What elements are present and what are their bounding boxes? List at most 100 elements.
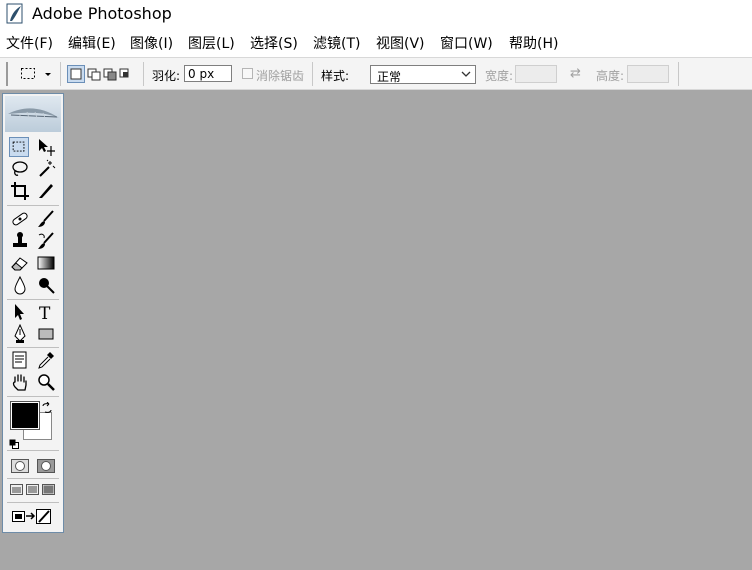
antialias-label: 消除锯齿 [256, 69, 305, 83]
eyedropper-icon [38, 352, 54, 369]
dodge-tool[interactable] [36, 275, 56, 295]
options-separator [143, 62, 144, 86]
standard-mode-button[interactable] [10, 456, 30, 476]
eyedropper-tool[interactable] [36, 350, 56, 370]
selection-mode-icon [67, 65, 129, 83]
magic-wand-icon [39, 159, 56, 177]
brush-tool[interactable] [36, 209, 56, 229]
blur-icon [14, 275, 26, 295]
healing-brush-icon [12, 212, 28, 226]
options-separator [312, 62, 313, 86]
menu-file[interactable]: 文件(F) [6, 36, 53, 52]
menu-bar: 文件(F) 编辑(E) 图像(I) 图层(L) 选择(S) 滤镜(T) 视图(V… [0, 29, 752, 57]
menu-image[interactable]: 图像(I) [130, 36, 173, 52]
slice-tool[interactable] [36, 181, 56, 201]
notes-icon [12, 351, 27, 369]
menu-help[interactable]: 帮助(H) [509, 36, 558, 52]
chevron-down-icon [45, 73, 51, 76]
clone-stamp-tool[interactable] [10, 231, 30, 251]
height-input[interactable] [627, 65, 669, 83]
crop-tool[interactable] [10, 181, 30, 201]
toolbox-header[interactable] [5, 96, 61, 132]
screen-mode-buttons[interactable] [9, 482, 57, 502]
toolbox-divider [7, 450, 59, 451]
jump-to-imageready-icon [12, 509, 51, 524]
hand-icon [12, 374, 27, 391]
clone-stamp-icon [13, 232, 27, 247]
zoom-tool[interactable] [36, 372, 56, 392]
zoom-icon [38, 374, 55, 391]
height-label: 高度: [596, 69, 625, 83]
menu-layer[interactable]: 图层(L) [188, 36, 235, 52]
slice-icon [39, 184, 53, 198]
chevron-down-icon [461, 71, 471, 77]
rectangular-marquee-icon [21, 68, 51, 79]
toolbox-divider [7, 478, 59, 479]
shape-tool[interactable] [36, 324, 56, 344]
window-title: Adobe Photoshop [32, 4, 172, 23]
photoshop-app-icon [6, 3, 26, 29]
move-tool[interactable] [36, 137, 56, 157]
rectangular-marquee-tool[interactable] [9, 137, 29, 157]
swap-colors-icon[interactable] [41, 399, 53, 418]
healing-brush-tool[interactable] [10, 209, 30, 229]
options-grip[interactable] [6, 62, 8, 86]
path-selection-icon [15, 304, 24, 320]
feather-input[interactable]: 0 px [184, 65, 232, 82]
eraser-tool[interactable] [10, 253, 30, 273]
pen-tool[interactable] [10, 324, 30, 344]
toolbox-divider [7, 299, 59, 300]
path-selection-tool[interactable] [10, 302, 30, 322]
toolbox-divider [7, 502, 59, 503]
lasso-tool[interactable] [10, 159, 30, 179]
toolbox-divider [7, 205, 59, 206]
options-separator [678, 62, 679, 86]
type-tool[interactable]: T [36, 302, 56, 322]
tool-preset-picker[interactable] [20, 66, 56, 86]
antialias-checkbox[interactable] [242, 68, 253, 79]
history-brush-icon [38, 232, 54, 249]
standard-mode-icon [11, 459, 29, 473]
width-label: 宽度: [485, 69, 514, 83]
rectangular-marquee-icon [12, 141, 25, 152]
svg-text:T: T [39, 304, 51, 322]
brush-icon [38, 210, 54, 227]
quick-mask-button[interactable] [36, 456, 56, 476]
history-brush-tool[interactable] [36, 231, 56, 251]
selection-mode-buttons[interactable] [67, 65, 135, 87]
foreground-color-swatch[interactable] [10, 401, 40, 430]
move-icon [39, 139, 55, 156]
toolbox-divider [7, 347, 59, 348]
menu-filter[interactable]: 滤镜(T) [313, 36, 360, 52]
width-input[interactable] [515, 65, 557, 83]
hand-tool[interactable] [10, 372, 30, 392]
type-icon: T [39, 304, 51, 322]
workspace-canvas[interactable] [66, 92, 752, 570]
notes-tool[interactable] [10, 350, 30, 370]
options-separator [60, 62, 61, 86]
style-select[interactable]: 正常 [370, 65, 476, 84]
menu-view[interactable]: 视图(V) [376, 36, 425, 52]
crop-icon [11, 182, 29, 200]
pen-icon [14, 324, 26, 343]
swap-dimensions-icon[interactable]: ⇄ [570, 66, 581, 81]
screen-mode-icon [10, 484, 55, 495]
dodge-icon [39, 278, 55, 294]
magic-wand-tool[interactable] [36, 159, 56, 179]
feather-logo-icon [8, 108, 59, 119]
menu-window[interactable]: 窗口(W) [440, 36, 493, 52]
options-bar: 羽化: 0 px 消除锯齿 样式: 正常 宽度: ⇄ 高度: [0, 57, 752, 90]
title-bar: Adobe Photoshop [0, 0, 752, 29]
jump-to-imageready-button[interactable] [9, 507, 57, 529]
blur-tool[interactable] [10, 275, 30, 295]
style-label: 样式: [321, 69, 350, 83]
gradient-icon [37, 256, 55, 270]
feather-label: 羽化: [152, 69, 181, 83]
menu-edit[interactable]: 编辑(E) [68, 36, 116, 52]
toolbox-divider [7, 396, 59, 397]
quick-mask-icon [37, 459, 55, 473]
menu-select[interactable]: 选择(S) [250, 36, 298, 52]
shape-icon [38, 328, 54, 340]
gradient-tool[interactable] [36, 253, 56, 273]
style-select-value: 正常 [377, 70, 402, 84]
